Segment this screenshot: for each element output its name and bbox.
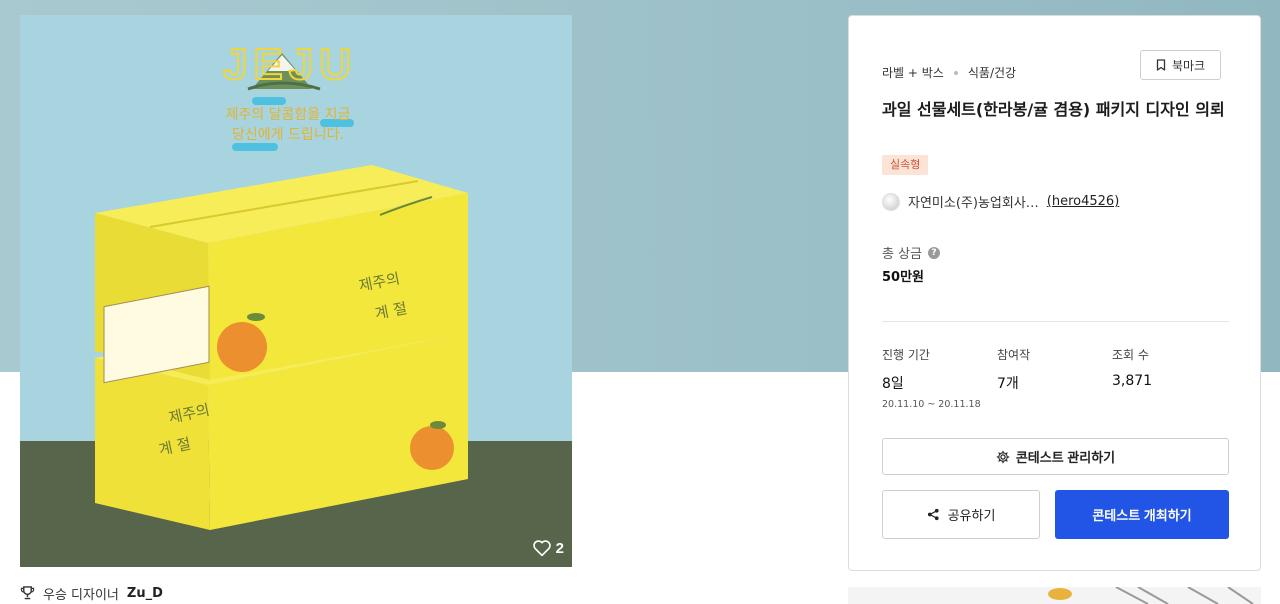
- host-name[interactable]: 자연미소(주)농업회사…: [908, 192, 1039, 211]
- period-label: 진행 기간: [882, 348, 930, 362]
- entries-label: 참여작: [997, 348, 1031, 362]
- winner-info: 우승 디자이너 Zu_D: [20, 584, 163, 603]
- breadcrumb: 라벨 + 박스 식품/건강: [882, 64, 1016, 81]
- headline-line-2: 당신에게 드립니다.: [232, 127, 344, 143]
- divider: [882, 321, 1229, 322]
- like-count: 2: [555, 539, 564, 557]
- bookmark-icon: [1156, 59, 1166, 71]
- host-id-link[interactable]: (hero4526): [1047, 194, 1119, 209]
- heart-icon[interactable]: [532, 539, 552, 557]
- winner-name[interactable]: Zu_D: [127, 586, 163, 601]
- contest-info-card: 라벨 + 박스 식품/건강 북마크 과일 선물세트(한라봉/귤 겸용) 패키지 …: [848, 15, 1261, 571]
- share-button[interactable]: 공유하기: [882, 490, 1040, 539]
- contest-type-badge: 실속형: [882, 155, 929, 175]
- stat-entries: 참여작 7개: [997, 346, 1030, 393]
- host-info: 자연미소(주)농업회사… (hero4526): [882, 192, 1119, 211]
- brush-mark: [252, 97, 286, 105]
- entries-value: 7개: [997, 376, 1019, 392]
- host-avatar[interactable]: [882, 192, 900, 211]
- period-dates: 20.11.10 ~ 20.11.18: [882, 399, 981, 410]
- bookmark-label: 북마크: [1171, 58, 1206, 73]
- contest-title: 과일 선물세트(한라봉/귤 겸용) 패키지 디자인 의뢰: [882, 100, 1225, 119]
- package-illustration: JEJU 제주의 달콤함을 지금 당신에게 드립니다. 제주의 계 절 제주의 …: [95, 39, 468, 530]
- views-label: 조회 수: [1112, 348, 1149, 362]
- winner-label: 우승 디자이너: [43, 587, 119, 603]
- prize-label: 총 상금: [882, 247, 923, 262]
- breadcrumb-subcategory[interactable]: 식품/건강: [968, 64, 1016, 81]
- share-icon: [927, 508, 939, 521]
- gear-icon: [996, 450, 1010, 463]
- help-icon[interactable]: ?: [928, 246, 941, 259]
- manage-contest-button[interactable]: 콘테스트 관리하기: [882, 438, 1229, 475]
- views-value: 3,871: [1112, 373, 1153, 389]
- share-label: 공유하기: [947, 508, 996, 523]
- trophy-icon: [20, 586, 35, 600]
- prize-value: 50만원: [882, 270, 925, 285]
- product-image[interactable]: JEJU 제주의 달콤함을 지금 당신에게 드립니다. 제주의 계 절 제주의 …: [20, 15, 572, 567]
- headline-line-1: 제주의 달콤함을 지금: [226, 107, 351, 123]
- stat-views: 조회 수 3,871: [1112, 346, 1152, 389]
- stat-period: 진행 기간 8일 20.11.10 ~ 20.11.18: [882, 346, 981, 410]
- related-thumbnail-art: [1048, 587, 1254, 604]
- breadcrumb-category[interactable]: 라벨 + 박스: [882, 64, 944, 81]
- host-contest-button[interactable]: 콘테스트 개최하기: [1055, 490, 1229, 539]
- brush-mark: [232, 143, 278, 151]
- host-contest-label: 콘테스트 개최하기: [1092, 508, 1192, 523]
- prize-label-row: 총 상금 ?: [882, 243, 941, 262]
- breadcrumb-separator: [953, 70, 958, 75]
- bookmark-button[interactable]: 북마크: [1140, 50, 1221, 80]
- logo-text: JEJU: [223, 40, 357, 89]
- like-counter[interactable]: 2: [532, 539, 564, 557]
- period-value: 8일: [882, 376, 904, 392]
- manage-contest-label: 콘테스트 관리하기: [1015, 450, 1116, 465]
- related-thumbnail[interactable]: [848, 587, 1261, 604]
- jeju-logo: JEJU: [222, 39, 357, 91]
